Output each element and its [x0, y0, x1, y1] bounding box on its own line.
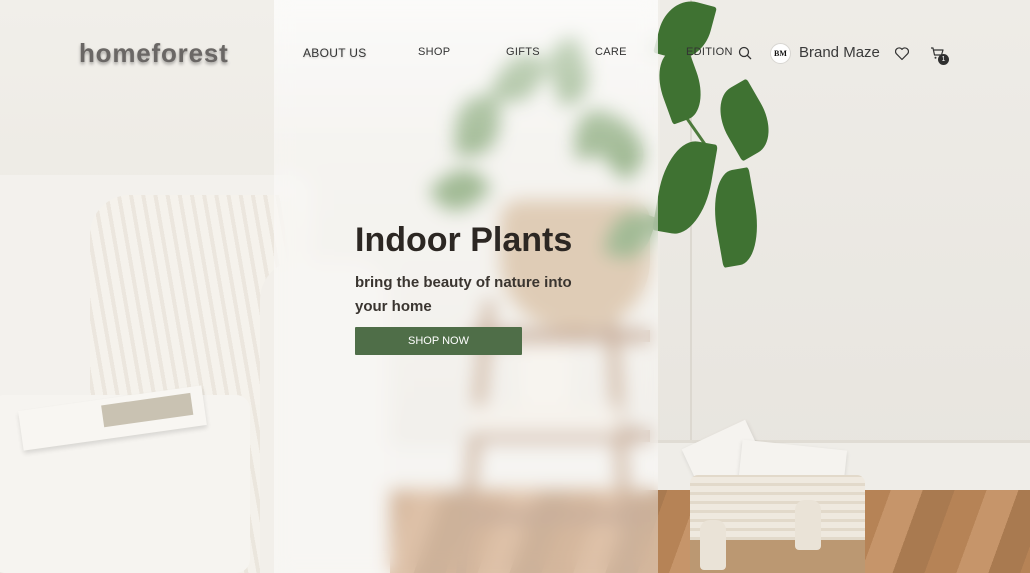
nav-shop[interactable]: SHOP: [418, 46, 450, 58]
nav-gifts[interactable]: GIFTS: [506, 46, 540, 58]
tassel: [700, 520, 726, 570]
brand-name[interactable]: Brand Maze: [799, 44, 880, 61]
cart-count-badge: 1: [938, 54, 949, 65]
frosted-panel-highlight: [274, 0, 658, 160]
search-icon[interactable]: [738, 46, 752, 60]
shop-now-button[interactable]: SHOP NOW: [355, 327, 522, 355]
tassel: [795, 500, 821, 550]
nav-about-us[interactable]: ABOUT US: [303, 46, 367, 60]
hero-subtitle: bring the beauty of nature into your hom…: [355, 274, 572, 315]
nav-care[interactable]: CARE: [595, 46, 627, 58]
heart-icon[interactable]: [894, 46, 910, 61]
hero-title: Indoor Plants: [355, 221, 573, 259]
brand-avatar[interactable]: BM: [770, 43, 791, 64]
site-logo[interactable]: homeforest: [79, 38, 229, 69]
nav-edition[interactable]: EDITION: [686, 46, 733, 58]
